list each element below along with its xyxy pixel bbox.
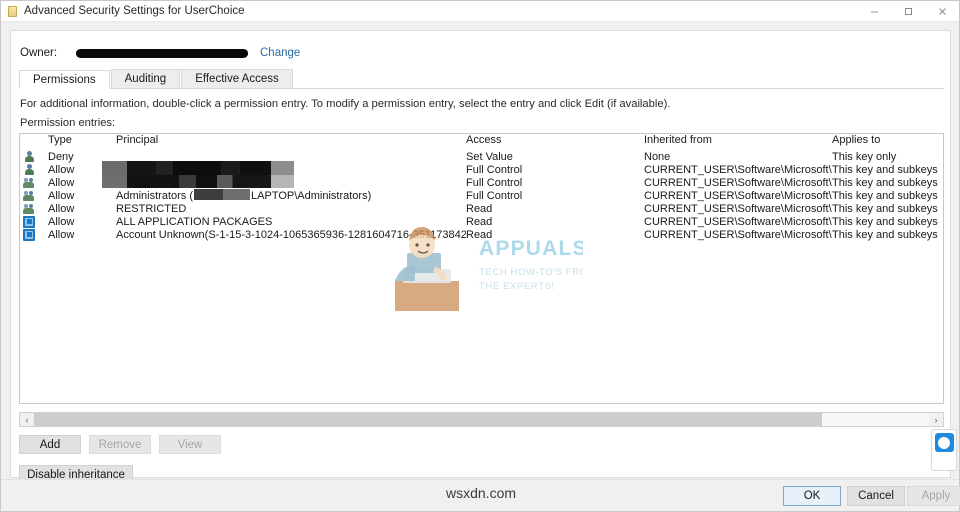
scroll-left-icon[interactable]: ‹ <box>20 413 34 426</box>
cell-access: Full Control <box>466 163 523 176</box>
principal-suffix: LAPTOP\Administrators) <box>251 190 372 202</box>
title-bar: Advanced Security Settings for UserChoic… <box>1 1 959 22</box>
registry-key-icon <box>8 5 17 17</box>
advanced-security-settings-window: Advanced Security Settings for UserChoic… <box>0 0 960 512</box>
cell-applies-to: This key and subkeys <box>832 176 938 189</box>
info-text: For additional information, double-click… <box>20 98 671 110</box>
maximize-icon[interactable] <box>891 1 925 22</box>
cell-type: Allow <box>48 163 75 176</box>
tab-permissions[interactable]: Permissions <box>19 70 110 89</box>
table-row[interactable]: Allow Full Control CURRENT_USER\Software… <box>20 163 943 176</box>
group-icon <box>20 203 48 215</box>
main-panel: Owner: Change Permissions Auditing Effec… <box>10 30 951 504</box>
apply-button: Apply <box>907 486 960 506</box>
chat-support-icon[interactable] <box>931 429 957 471</box>
cell-principal: SYSTEM <box>116 176 162 189</box>
app-package-icon <box>20 215 48 228</box>
cell-inherited-from: CURRENT_USER\Software\Microsoft\Windo... <box>644 163 832 176</box>
principal-prefix: Administrators ( <box>116 190 194 202</box>
permission-entries-label: Permission entries: <box>20 117 116 129</box>
tab-auditing[interactable]: Auditing <box>110 69 181 88</box>
cell-type: Allow <box>48 228 75 241</box>
cell-access: Set Value <box>466 150 513 163</box>
column-header-access[interactable]: Access <box>466 134 644 150</box>
cell-applies-to: This key and subkeys <box>832 189 938 202</box>
cell-access: Read <box>466 202 493 215</box>
cell-applies-to: This key and subkeys <box>832 202 938 215</box>
tab-bar: Permissions Auditing Effective Access <box>19 69 944 89</box>
cell-inherited-from: CURRENT_USER\Software\Microsoft\Windo... <box>644 189 832 202</box>
cell-applies-to: This key and subkeys <box>832 228 938 241</box>
principal-redaction <box>194 189 251 200</box>
column-header-type[interactable]: Type <box>48 134 116 150</box>
cell-type: Allow <box>48 202 75 215</box>
cell-inherited-from: CURRENT_USER\Software\Microsoft\Windo... <box>644 202 832 215</box>
cell-type: Allow <box>48 215 75 228</box>
dialog-footer: OK Cancel Apply <box>1 479 960 511</box>
horizontal-scrollbar[interactable]: ‹ › <box>19 412 944 427</box>
cell-type: Allow <box>48 176 75 189</box>
window-controls <box>857 1 959 22</box>
cell-type: Deny <box>48 150 74 163</box>
group-icon <box>20 190 48 202</box>
cell-principal: Administrators ( LAPTOP\Administrators) <box>116 189 466 202</box>
cell-applies-to: This key and subkeys <box>832 163 938 176</box>
cell-inherited-from: CURRENT_USER\Software\Microsoft\Windo... <box>644 215 832 228</box>
cell-access: Read <box>466 228 493 241</box>
permission-entries-list[interactable]: Type Principal Access Inherited from App… <box>19 133 944 404</box>
cell-principal: Account Unknown(S-1-15-3-1024-1065365936… <box>116 228 466 241</box>
change-owner-link[interactable]: Change <box>260 47 300 59</box>
cell-inherited-from: CURRENT_USER\Software\Microsoft\Windo... <box>644 176 832 189</box>
close-icon[interactable] <box>925 1 959 22</box>
table-row[interactable]: Allow Account Unknown(S-1-15-3-1024-1065… <box>20 228 943 241</box>
user-icon <box>20 150 48 163</box>
scrollbar-thumb[interactable] <box>34 413 822 426</box>
remove-button: Remove <box>89 435 151 454</box>
column-header-principal[interactable]: Principal <box>116 134 466 150</box>
tab-effective-access[interactable]: Effective Access <box>181 69 293 88</box>
cell-applies-to: This key only <box>832 150 897 163</box>
owner-label: Owner: <box>20 47 58 59</box>
table-body: Deny Set Value None This key only Allow … <box>20 150 943 241</box>
table-row[interactable]: Allow ALL APPLICATION PACKAGES Read CURR… <box>20 215 943 228</box>
owner-value-redacted <box>76 48 248 58</box>
table-header-row: Type Principal Access Inherited from App… <box>20 134 943 150</box>
owner-row: Owner: Change <box>20 47 300 59</box>
table-row[interactable]: Allow RESTRICTED Read CURRENT_USER\Softw… <box>20 202 943 215</box>
cell-access: Full Control <box>466 189 523 202</box>
window-title: Advanced Security Settings for UserChoic… <box>24 5 245 17</box>
scrollbar-track[interactable] <box>34 413 929 426</box>
cell-applies-to: This key and subkeys <box>832 215 938 228</box>
column-header-applies-to[interactable]: Applies to <box>832 134 942 150</box>
ok-button[interactable]: OK <box>783 486 841 506</box>
cell-inherited-from: None <box>644 150 671 163</box>
column-header-inherited-from[interactable]: Inherited from <box>644 134 832 150</box>
header-icon-spacer <box>20 134 48 150</box>
table-row[interactable]: Allow Administrators ( LAPTOP\Administrat… <box>20 189 943 202</box>
cell-principal: ALL APPLICATION PACKAGES <box>116 215 273 228</box>
minimize-icon[interactable] <box>857 1 891 22</box>
app-package-icon <box>20 228 48 241</box>
user-icon <box>20 163 48 176</box>
cell-inherited-from: CURRENT_USER\Software\Microsoft\Windo... <box>644 228 832 241</box>
scroll-right-icon[interactable]: › <box>929 413 943 426</box>
group-icon <box>20 177 48 189</box>
cell-access: Read <box>466 215 493 228</box>
cell-access: Full Control <box>466 176 523 189</box>
cell-type: Allow <box>48 189 75 202</box>
view-button: View <box>159 435 221 454</box>
cancel-button[interactable]: Cancel <box>847 486 905 506</box>
add-button[interactable]: Add <box>19 435 81 454</box>
table-row[interactable]: Allow SYSTEM Full Control CURRENT_USER\S… <box>20 176 943 189</box>
cell-principal: RESTRICTED <box>116 202 187 215</box>
table-row[interactable]: Deny Set Value None This key only <box>20 150 943 163</box>
